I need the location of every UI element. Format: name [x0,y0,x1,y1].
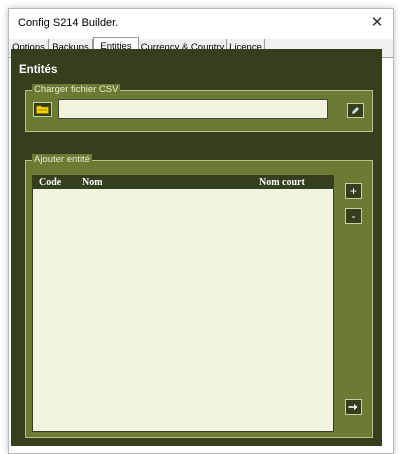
open-folder-button[interactable] [33,102,52,117]
title-bar: Config S214 Builder. ✕ [9,9,393,39]
add-entity-button[interactable]: + [345,183,362,199]
entity-table-header: Code Nom Nom court [33,176,333,189]
column-header-nom-court: Nom court [259,177,305,188]
column-header-nom: Nom [82,177,103,188]
add-entity-group-label: Ajouter entité [32,154,92,166]
close-icon[interactable]: ✕ [367,13,387,33]
load-csv-group: Charger fichier CSV [25,84,373,132]
submit-entity-button[interactable] [345,399,362,415]
window-title: Config S214 Builder. [18,17,119,29]
entities-panel: Entités Charger fichier CSV Ajouter enti… [11,49,382,446]
folder-icon [36,105,49,114]
remove-entity-button[interactable]: - [345,208,362,224]
arrow-right-icon [348,404,358,410]
column-header-code: Code [39,177,62,188]
page-title: Entités [19,64,58,76]
csv-file-path-input[interactable] [58,99,328,119]
load-csv-group-label: Charger fichier CSV [32,84,121,96]
add-entity-group: Ajouter entité Code Nom Nom court + - [25,154,373,438]
edit-csv-button[interactable] [347,103,364,118]
pencil-icon [352,107,359,114]
entity-table[interactable]: Code Nom Nom court [32,175,334,432]
